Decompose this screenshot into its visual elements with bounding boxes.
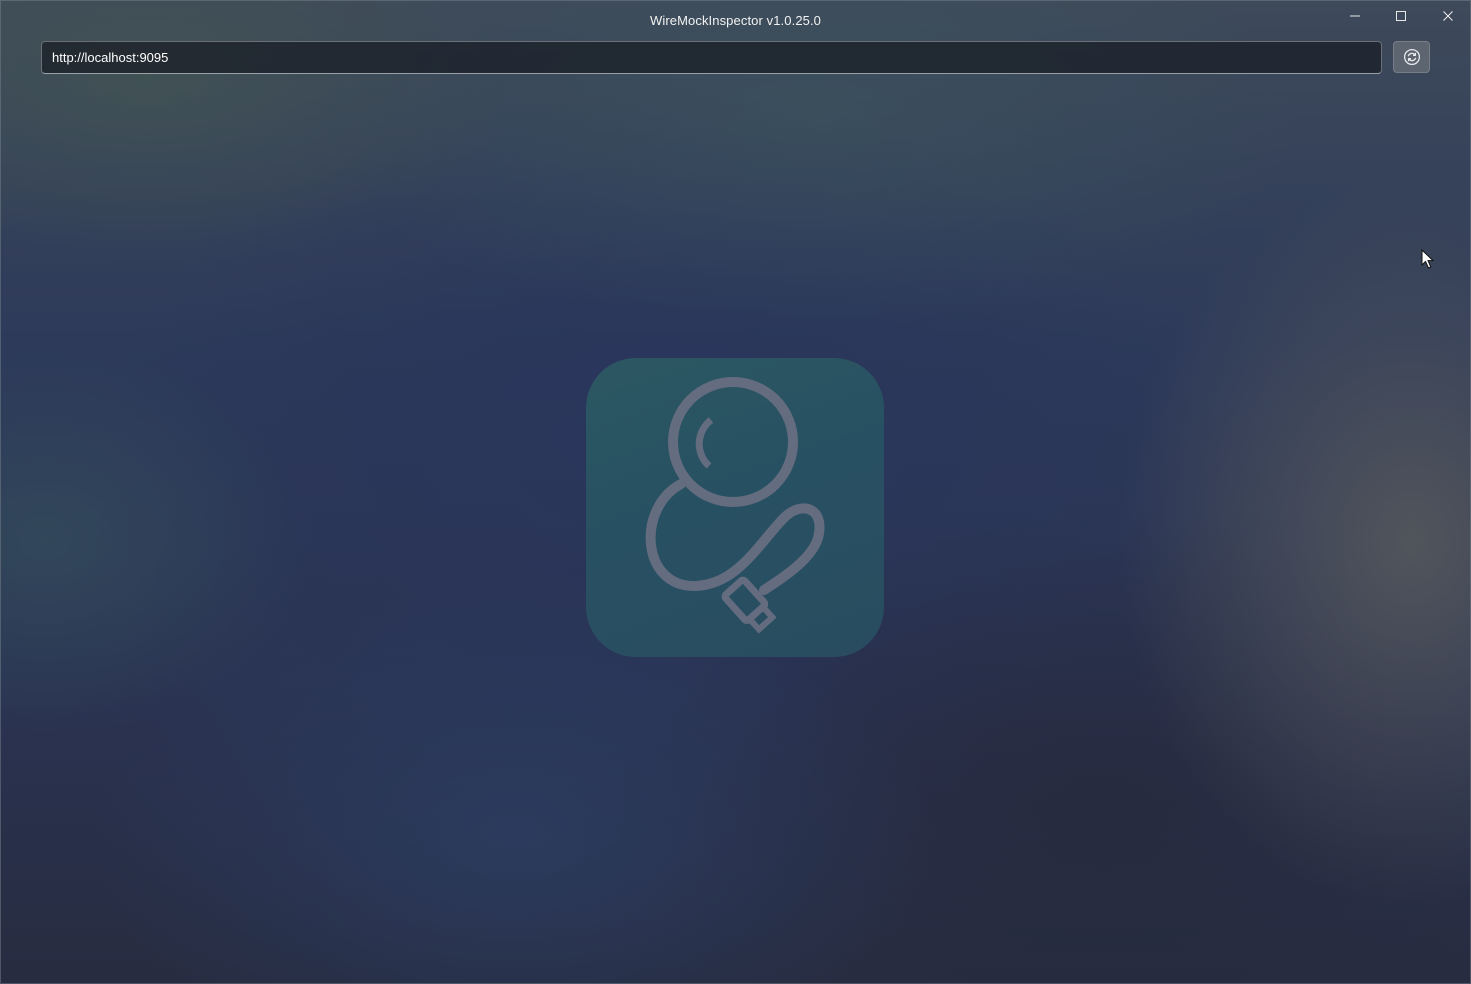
refresh-icon bbox=[1403, 48, 1420, 66]
minimize-button[interactable] bbox=[1332, 0, 1378, 32]
app-logo bbox=[586, 358, 884, 657]
mouse-cursor-icon bbox=[1421, 249, 1435, 269]
minimize-icon bbox=[1350, 15, 1360, 17]
url-input[interactable] bbox=[41, 41, 1382, 74]
app-window: WireMockInspector v1.0.25.0 bbox=[0, 0, 1471, 984]
refresh-button[interactable] bbox=[1393, 41, 1430, 73]
close-button[interactable] bbox=[1425, 0, 1471, 32]
maximize-button[interactable] bbox=[1378, 0, 1424, 32]
close-icon bbox=[1443, 11, 1453, 21]
title-bar[interactable]: WireMockInspector v1.0.25.0 bbox=[0, 0, 1471, 40]
maximize-icon bbox=[1396, 11, 1406, 21]
magnifier-cable-logo bbox=[645, 377, 825, 634]
window-title: WireMockInspector v1.0.25.0 bbox=[649, 13, 822, 28]
